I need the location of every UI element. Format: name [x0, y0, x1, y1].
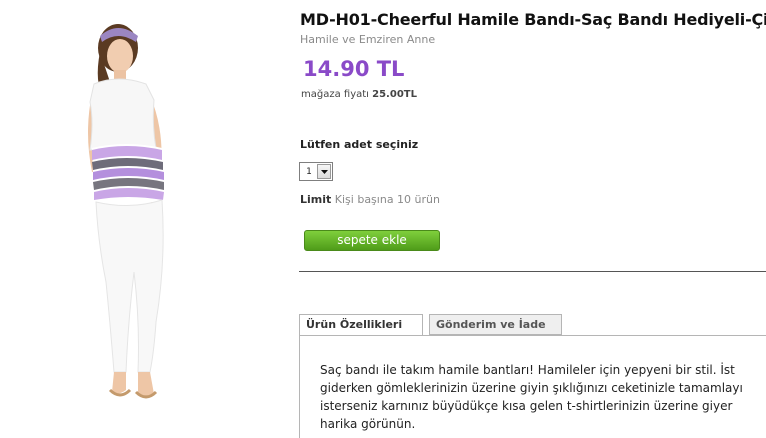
quantity-label: Lütfen adet seçiniz	[300, 138, 419, 151]
product-image[interactable]	[70, 22, 200, 418]
divider	[299, 271, 766, 272]
store-price-label: mağaza fiyatı	[301, 89, 369, 100]
description-line: isterseniz karnınız büyüdükçe kısa gelen…	[320, 399, 733, 413]
limit-label: Limit	[300, 193, 332, 206]
product-price: 14.90 TL	[303, 57, 405, 81]
quantity-select[interactable]: 1	[299, 162, 333, 181]
add-to-cart-button[interactable]: sepete ekle	[304, 230, 440, 251]
description-line: Saç bandı ile takım hamile bantları! Ham…	[320, 363, 735, 377]
tab-shipping-returns[interactable]: Gönderim ve İade	[429, 314, 562, 335]
description-line: giderken gömleklerinizin üzerine giyin ş…	[320, 381, 743, 395]
store-price: mağaza fiyatı 25.00TL	[301, 89, 417, 100]
description-line: harika görünün.	[320, 417, 416, 431]
product-title: MD-H01-Cheerful Hamile Bandı-Saç Bandı H…	[300, 10, 766, 29]
product-description: Saç bandı ile takım hamile bantları! Ham…	[320, 361, 766, 433]
quantity-value: 1	[306, 166, 312, 177]
product-category-link[interactable]: Hamile ve Emziren Anne	[300, 33, 435, 46]
store-price-value: 25.00TL	[372, 89, 417, 100]
tab-product-features[interactable]: Ürün Özellikleri	[299, 314, 423, 336]
limit-info: Limit Kişi başına 10 ürün	[300, 193, 440, 206]
limit-text: Kişi başına 10 ürün	[334, 193, 440, 206]
chevron-down-icon[interactable]	[317, 164, 331, 179]
